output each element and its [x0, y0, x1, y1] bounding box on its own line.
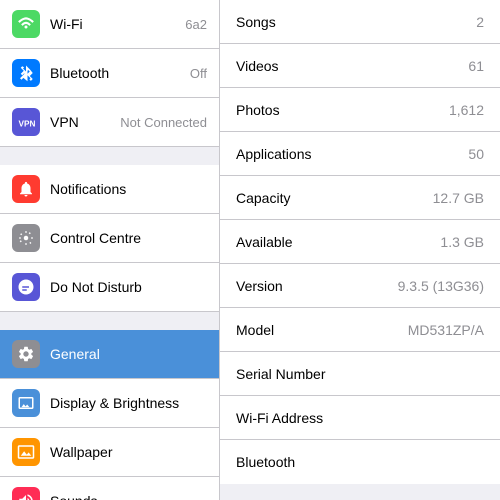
videos-label: Videos [236, 58, 460, 74]
capacity-value: 12.7 GB [433, 190, 484, 206]
sidebar-item-vpn[interactable]: VPN VPN Not Connected [0, 98, 219, 147]
version-label: Version [236, 278, 390, 294]
dnd-label: Do Not Disturb [50, 279, 207, 295]
display-label: Display & Brightness [50, 395, 207, 411]
info-row-songs: Songs 2 [220, 0, 500, 44]
info-row-serial: Serial Number [220, 352, 500, 396]
notifications-label: Notifications [50, 181, 207, 197]
sidebar-item-wifi[interactable]: Wi-Fi 6a2 [0, 0, 219, 49]
songs-value: 2 [476, 14, 484, 30]
general-label: General [50, 346, 207, 362]
wifi-value: 6a2 [185, 17, 207, 32]
sounds-label: Sounds [50, 493, 207, 500]
sidebar-item-notifications[interactable]: Notifications [0, 165, 219, 214]
info-row-capacity: Capacity 12.7 GB [220, 176, 500, 220]
bluetooth-address-label: Bluetooth [236, 454, 484, 470]
info-row-photos: Photos 1,612 [220, 88, 500, 132]
display-icon [12, 389, 40, 417]
applications-label: Applications [236, 146, 460, 162]
videos-value: 61 [468, 58, 484, 74]
available-label: Available [236, 234, 432, 250]
info-row-bluetooth: Bluetooth [220, 440, 500, 484]
model-value: MD531ZP/A [408, 322, 484, 338]
version-value: 9.3.5 (13G36) [398, 278, 484, 294]
sidebar-item-bluetooth[interactable]: Bluetooth Off [0, 49, 219, 98]
main-panel: Songs 2 Videos 61 Photos 1,612 Applicati… [220, 0, 500, 500]
wifi-address-label: Wi-Fi Address [236, 410, 484, 426]
serial-label: Serial Number [236, 366, 484, 382]
info-row-model: Model MD531ZP/A [220, 308, 500, 352]
sidebar-divider-1 [0, 147, 219, 165]
applications-value: 50 [468, 146, 484, 162]
sidebar: Wi-Fi 6a2 Bluetooth Off VPN VPN Not Conn… [0, 0, 220, 500]
general-icon [12, 340, 40, 368]
sidebar-item-sounds[interactable]: Sounds [0, 477, 219, 500]
available-value: 1.3 GB [440, 234, 484, 250]
sidebar-item-dnd[interactable]: Do Not Disturb [0, 263, 219, 312]
wifi-label: Wi-Fi [50, 16, 181, 32]
info-row-available: Available 1.3 GB [220, 220, 500, 264]
sidebar-section-settings: General Display & Brightness Wallpaper S… [0, 330, 219, 500]
notifications-icon [12, 175, 40, 203]
info-row-videos: Videos 61 [220, 44, 500, 88]
wifi-icon [12, 10, 40, 38]
photos-label: Photos [236, 102, 441, 118]
bt-value: Off [190, 66, 207, 81]
wallpaper-label: Wallpaper [50, 444, 207, 460]
sidebar-section-network: Wi-Fi 6a2 Bluetooth Off VPN VPN Not Conn… [0, 0, 219, 147]
sounds-icon [12, 487, 40, 500]
capacity-label: Capacity [236, 190, 425, 206]
sidebar-section-system: Notifications Control Centre Do Not Dist… [0, 165, 219, 312]
model-label: Model [236, 322, 400, 338]
wallpaper-icon [12, 438, 40, 466]
songs-label: Songs [236, 14, 468, 30]
dnd-icon [12, 273, 40, 301]
sidebar-item-control-centre[interactable]: Control Centre [0, 214, 219, 263]
info-row-wifi-address: Wi-Fi Address [220, 396, 500, 440]
photos-value: 1,612 [449, 102, 484, 118]
sidebar-item-display[interactable]: Display & Brightness [0, 379, 219, 428]
sidebar-item-wallpaper[interactable]: Wallpaper [0, 428, 219, 477]
info-group-stats: Songs 2 Videos 61 Photos 1,612 Applicati… [220, 0, 500, 484]
vpn-value: Not Connected [120, 115, 207, 130]
sidebar-item-general[interactable]: General [0, 330, 219, 379]
vpn-icon: VPN [12, 108, 40, 136]
bluetooth-icon [12, 59, 40, 87]
vpn-label: VPN [50, 114, 116, 130]
control-centre-label: Control Centre [50, 230, 207, 246]
sidebar-divider-2 [0, 312, 219, 330]
info-row-version: Version 9.3.5 (13G36) [220, 264, 500, 308]
info-row-applications: Applications 50 [220, 132, 500, 176]
bt-label: Bluetooth [50, 65, 186, 81]
svg-text:VPN: VPN [19, 120, 36, 129]
control-centre-icon [12, 224, 40, 252]
